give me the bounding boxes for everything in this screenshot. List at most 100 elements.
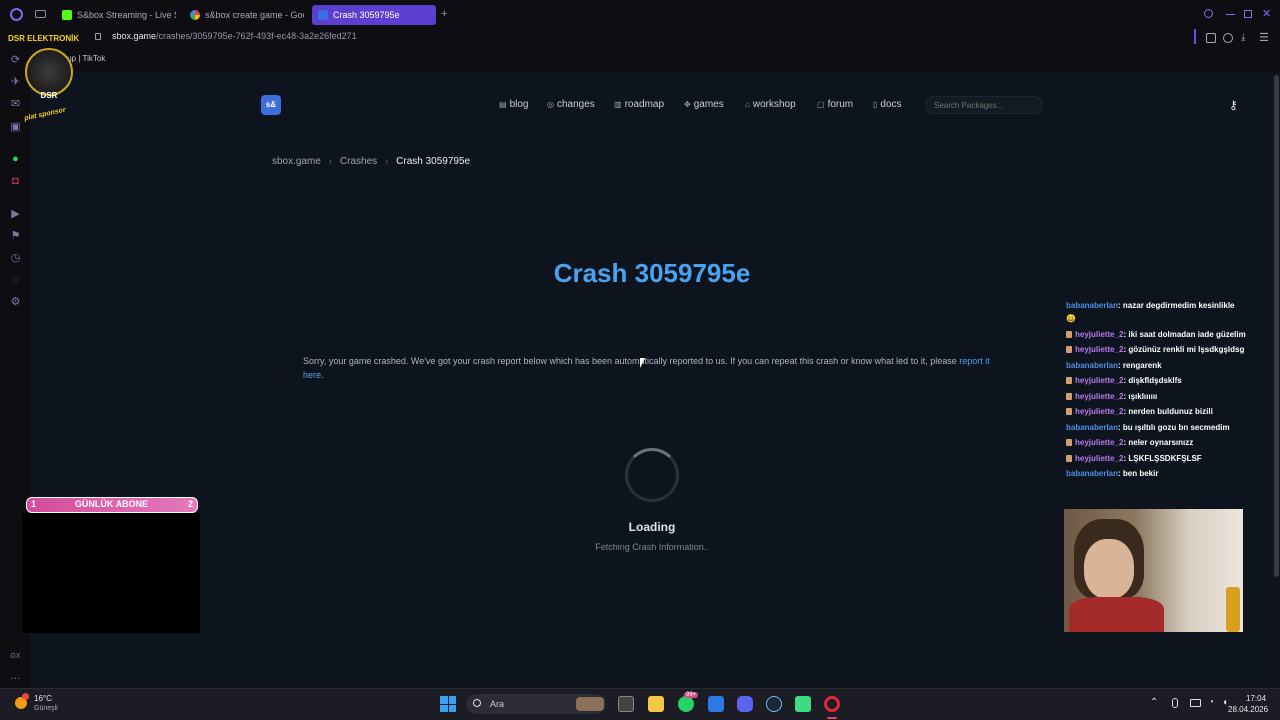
tab-overview-icon[interactable]: [35, 10, 46, 18]
sbox-logo-text: s&: [265, 100, 277, 109]
maximize-icon[interactable]: [1244, 10, 1252, 18]
sbox-icon: [318, 10, 328, 20]
opera-logo-icon[interactable]: [10, 8, 23, 21]
lock-icon: [95, 33, 101, 40]
weather-desc[interactable]: Güneşli: [34, 705, 58, 712]
close-icon[interactable]: ✕: [1262, 7, 1271, 20]
sub-bar-right: 2: [187, 499, 193, 509]
tab-sbox-streaming[interactable]: S&box Streaming - Live St: [56, 5, 176, 25]
chevron-right-icon: ›: [328, 156, 332, 166]
chat-message: babanaberlan: rengarenk: [1066, 359, 1246, 372]
chat-username: heyjuliette_2: [1075, 329, 1124, 339]
loading-title: Loading: [628, 520, 676, 534]
nav-forum[interactable]: ▢ forum: [817, 99, 853, 110]
account-icon[interactable]: [1223, 33, 1233, 43]
sub-bar-label: GÜNLÜK ABONE: [74, 499, 149, 509]
task-view-icon[interactable]: [618, 696, 634, 712]
notification-badge: 99+: [684, 692, 699, 698]
webcam-face: [1084, 539, 1134, 599]
kick-icon: [62, 10, 72, 20]
url-field[interactable]: sbox.game/crashes/3059795e-762f-493f-ec4…: [112, 31, 357, 41]
whatsapp-icon[interactable]: ●: [9, 153, 22, 166]
download-icon[interactable]: ⤓: [1241, 32, 1245, 43]
search-tabs-icon[interactable]: [1204, 9, 1213, 18]
player-icon[interactable]: ▶: [9, 208, 22, 221]
chat-username: heyjuliette_2: [1075, 391, 1124, 401]
docs-icon: ▯: [873, 100, 878, 109]
clock-date[interactable]: 28.04.2026: [1228, 705, 1268, 714]
history-icon[interactable]: ◷: [9, 252, 22, 265]
taskbar-search-label: Ara: [490, 699, 505, 709]
stream-chat: babanaberlan: nazar degdirmedim kesinlik…: [1066, 299, 1246, 483]
nav-label: forum: [827, 99, 854, 110]
crash-message-end: .: [321, 369, 324, 380]
subscriber-badge-icon: [1066, 392, 1072, 400]
microphone-icon[interactable]: [1172, 698, 1178, 708]
mouse-cursor-icon: [640, 358, 645, 368]
chat-message: babanaberlan: ben bekir: [1066, 467, 1246, 480]
nav-roadmap[interactable]: ▥ roadmap: [614, 99, 664, 110]
chat-message: babanaberlan: nazar degdirmedim kesinlik…: [1066, 299, 1246, 325]
minimize-icon[interactable]: [1226, 14, 1235, 15]
bookmark-bar: Sign up | TikTok: [0, 51, 1280, 71]
active-app-indicator: [827, 717, 837, 719]
chat-side-icon[interactable]: ◌: [9, 274, 22, 287]
more-icon[interactable]: …: [9, 670, 22, 683]
chat-text: : rengarenk: [1118, 360, 1162, 370]
clock-time[interactable]: 17:04: [1246, 694, 1266, 703]
chevron-up-icon[interactable]: ⌃: [1150, 697, 1158, 708]
chat-username: heyjuliette_2: [1075, 438, 1124, 447]
taskbar: [0, 688, 1280, 720]
daily-subscriber-bar: 1 GÜNLÜK ABONE 2: [26, 497, 198, 513]
chat-text: : neler oynarsınızz: [1123, 438, 1194, 447]
pin-icon[interactable]: ⚑: [9, 230, 22, 243]
webcam-shirt: [1069, 597, 1164, 632]
new-tab-icon[interactable]: +: [441, 8, 447, 20]
search-highlight-image: [576, 697, 604, 711]
network-app-icon[interactable]: [708, 696, 724, 712]
display-icon[interactable]: [1190, 699, 1201, 707]
overlay-black-panel: [22, 513, 200, 633]
easy-setup-icon[interactable]: [1206, 33, 1216, 43]
nav-games[interactable]: ✥ games: [684, 99, 724, 110]
instagram-icon[interactable]: ◘: [9, 175, 22, 188]
sponsor-overlay: DSR ELEKTRONİK DSR plat sponsor: [8, 33, 90, 129]
discord-icon[interactable]: [737, 696, 753, 712]
chat-text: : LŞKFLŞSDKFŞLSF: [1123, 453, 1202, 463]
breadcrumb-crashes[interactable]: Crashes: [340, 156, 377, 167]
nav-label: roadmap: [624, 99, 665, 110]
nav-workshop[interactable]: ⌂ workshop: [745, 99, 796, 110]
sbox-logo[interactable]: s&: [261, 95, 281, 115]
tab-google-search[interactable]: s&box create game - Goo: [184, 5, 304, 25]
file-explorer-icon[interactable]: [648, 696, 664, 712]
chat-username: heyjuliette_2: [1075, 376, 1124, 385]
subscriber-badge-icon: [1066, 330, 1072, 338]
tab-crash-report[interactable]: Crash 3059795e: [312, 5, 436, 25]
scrollbar-thumb[interactable]: [1274, 75, 1279, 577]
dsr-emblem-text: DSR: [40, 91, 58, 100]
search-packages-input[interactable]: [925, 96, 1043, 114]
start-button[interactable]: [440, 696, 456, 712]
changes-icon: ◎: [547, 100, 554, 109]
gx-icon[interactable]: GX: [9, 650, 22, 663]
android-icon[interactable]: [795, 696, 811, 712]
weather-temp[interactable]: 16°C: [34, 694, 52, 703]
chat-message: heyjuliette_2: gözünüz renkli mi lşsdkgş…: [1066, 343, 1246, 356]
chat-username: babanaberlan: [1066, 301, 1119, 310]
steam-login-icon[interactable]: ⚷: [1229, 98, 1238, 112]
breadcrumb-home[interactable]: sbox.game: [272, 156, 321, 167]
whatsapp-taskbar-icon[interactable]: [678, 696, 694, 712]
steam-icon[interactable]: [766, 696, 782, 712]
nav-label: docs: [880, 99, 902, 110]
nav-changes[interactable]: ◎ changes: [547, 99, 595, 110]
breadcrumb-current: Crash 3059795e: [396, 156, 471, 167]
opera-taskbar-icon[interactable]: [824, 696, 840, 712]
wifi-icon[interactable]: ◔: [1208, 697, 1214, 708]
nav-blog[interactable]: ▤ blog: [499, 99, 528, 110]
settings-icon[interactable]: ⚙: [9, 296, 22, 309]
chat-username: babanaberlan: [1066, 469, 1119, 478]
menu-icon[interactable]: ☰: [1259, 31, 1269, 44]
nav-docs[interactable]: ▯ docs: [873, 99, 902, 110]
search-icon: [473, 699, 481, 707]
url-path: /crashes/3059795e-762f-493f-ec48-3a2e26f…: [156, 31, 357, 41]
